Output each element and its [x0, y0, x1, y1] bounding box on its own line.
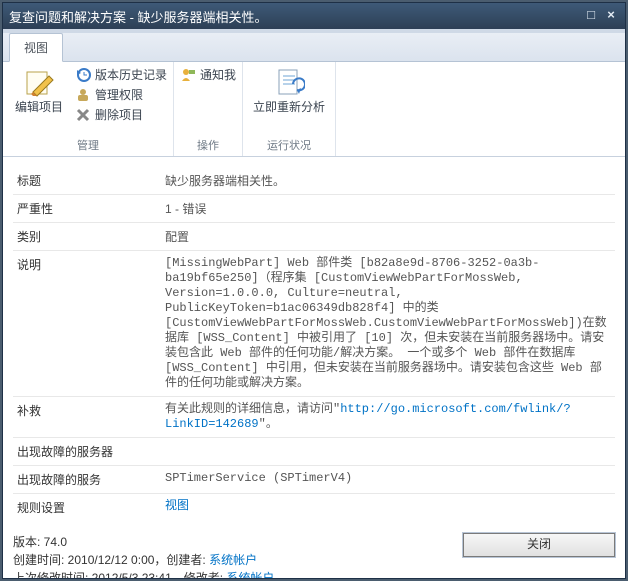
prop-key-rule-settings: 规则设置	[13, 494, 161, 522]
remedy-text-prefix: 有关此规则的详细信息，请访问"	[165, 402, 340, 416]
prop-key-severity: 严重性	[13, 195, 161, 223]
content-area: 标题 缺少服务器端相关性。 严重性 1 - 错误 类别 配置 说明 [Missi…	[3, 157, 625, 578]
edit-item-label: 编辑项目	[15, 100, 63, 114]
prop-val-rule-settings: 视图	[161, 494, 615, 522]
created-prefix: 创建时间: 2010/12/12 0:00，创建者:	[13, 553, 209, 567]
reanalyze-icon	[273, 66, 305, 98]
ribbon-group-label-status: 运行状况	[249, 135, 329, 156]
footer: 版本: 74.0 创建时间: 2010/12/12 0:00，创建者: 系统帐户…	[13, 533, 615, 578]
manage-permissions-label: 管理权限	[95, 86, 143, 103]
prop-key-failed-servers: 出现故障的服务器	[13, 438, 161, 466]
ribbon-group-label-manage: 管理	[9, 135, 167, 156]
properties-table: 标题 缺少服务器端相关性。 严重性 1 - 错误 类别 配置 说明 [Missi…	[13, 167, 615, 521]
modified-by-link[interactable]: 系统帐户	[226, 571, 274, 578]
version-text: 版本: 74.0	[13, 533, 274, 551]
ribbon: 编辑项目 版本历史记录 管理权限	[3, 62, 625, 157]
remedy-text-suffix: "。	[259, 417, 278, 431]
prop-val-remedy: 有关此规则的详细信息，请访问"http://go.microsoft.com/f…	[161, 397, 615, 438]
ribbon-tabstrip: 视图	[3, 33, 625, 62]
close-x-button[interactable]: ×	[603, 9, 619, 23]
prop-key-remedy: 补救	[13, 397, 161, 438]
delete-item-button[interactable]: 删除项目	[75, 106, 167, 123]
tab-view[interactable]: 视图	[9, 33, 63, 62]
prop-key-failed-services: 出现故障的服务	[13, 466, 161, 494]
edit-icon	[23, 66, 55, 98]
reanalyze-label: 立即重新分析	[253, 100, 325, 114]
version-history-button[interactable]: 版本历史记录	[75, 66, 167, 83]
notify-me-label: 通知我	[200, 66, 236, 83]
history-icon	[75, 67, 91, 83]
notify-me-button[interactable]: 通知我	[180, 66, 236, 83]
titlebar: 复查问题和解决方案 - 缺少服务器端相关性。 □ ×	[3, 3, 625, 29]
rule-settings-link[interactable]: 视图	[165, 499, 189, 513]
ribbon-group-status: 立即重新分析 运行状况	[243, 62, 336, 156]
prop-val-failed-services: SPTimerService (SPTimerV4)	[161, 466, 615, 494]
dialog-title: 复查问题和解决方案 - 缺少服务器端相关性。	[9, 7, 579, 26]
close-button[interactable]: 关闭	[463, 533, 615, 557]
ribbon-group-manage: 编辑项目 版本历史记录 管理权限	[3, 62, 174, 156]
prop-val-failed-servers	[161, 438, 615, 466]
prop-key-category: 类别	[13, 223, 161, 251]
notify-icon	[180, 67, 196, 83]
prop-val-category: 配置	[161, 223, 615, 251]
prop-val-severity: 1 - 错误	[161, 195, 615, 223]
maximize-button[interactable]: □	[583, 9, 599, 23]
reanalyze-button[interactable]: 立即重新分析	[249, 66, 329, 114]
version-history-label: 版本历史记录	[95, 66, 167, 83]
delete-icon	[75, 107, 91, 123]
ribbon-group-label-actions: 操作	[180, 135, 236, 156]
dialog-window: 复查问题和解决方案 - 缺少服务器端相关性。 □ × 视图 编辑项目	[2, 2, 626, 579]
prop-val-description: [MissingWebPart] Web 部件类 [b82a8e9d-8706-…	[161, 251, 615, 397]
permissions-icon	[75, 87, 91, 103]
edit-item-button[interactable]: 编辑项目	[9, 66, 69, 123]
prop-key-description: 说明	[13, 251, 161, 397]
prop-key-title: 标题	[13, 167, 161, 195]
delete-item-label: 删除项目	[95, 106, 143, 123]
ribbon-group-actions: 通知我 操作	[174, 62, 243, 156]
created-by-link[interactable]: 系统帐户	[209, 553, 257, 567]
prop-val-title: 缺少服务器端相关性。	[161, 167, 615, 195]
modified-prefix: 上次修改时间: 2012/5/3 23:41，修改者:	[13, 571, 226, 578]
manage-permissions-button[interactable]: 管理权限	[75, 86, 167, 103]
